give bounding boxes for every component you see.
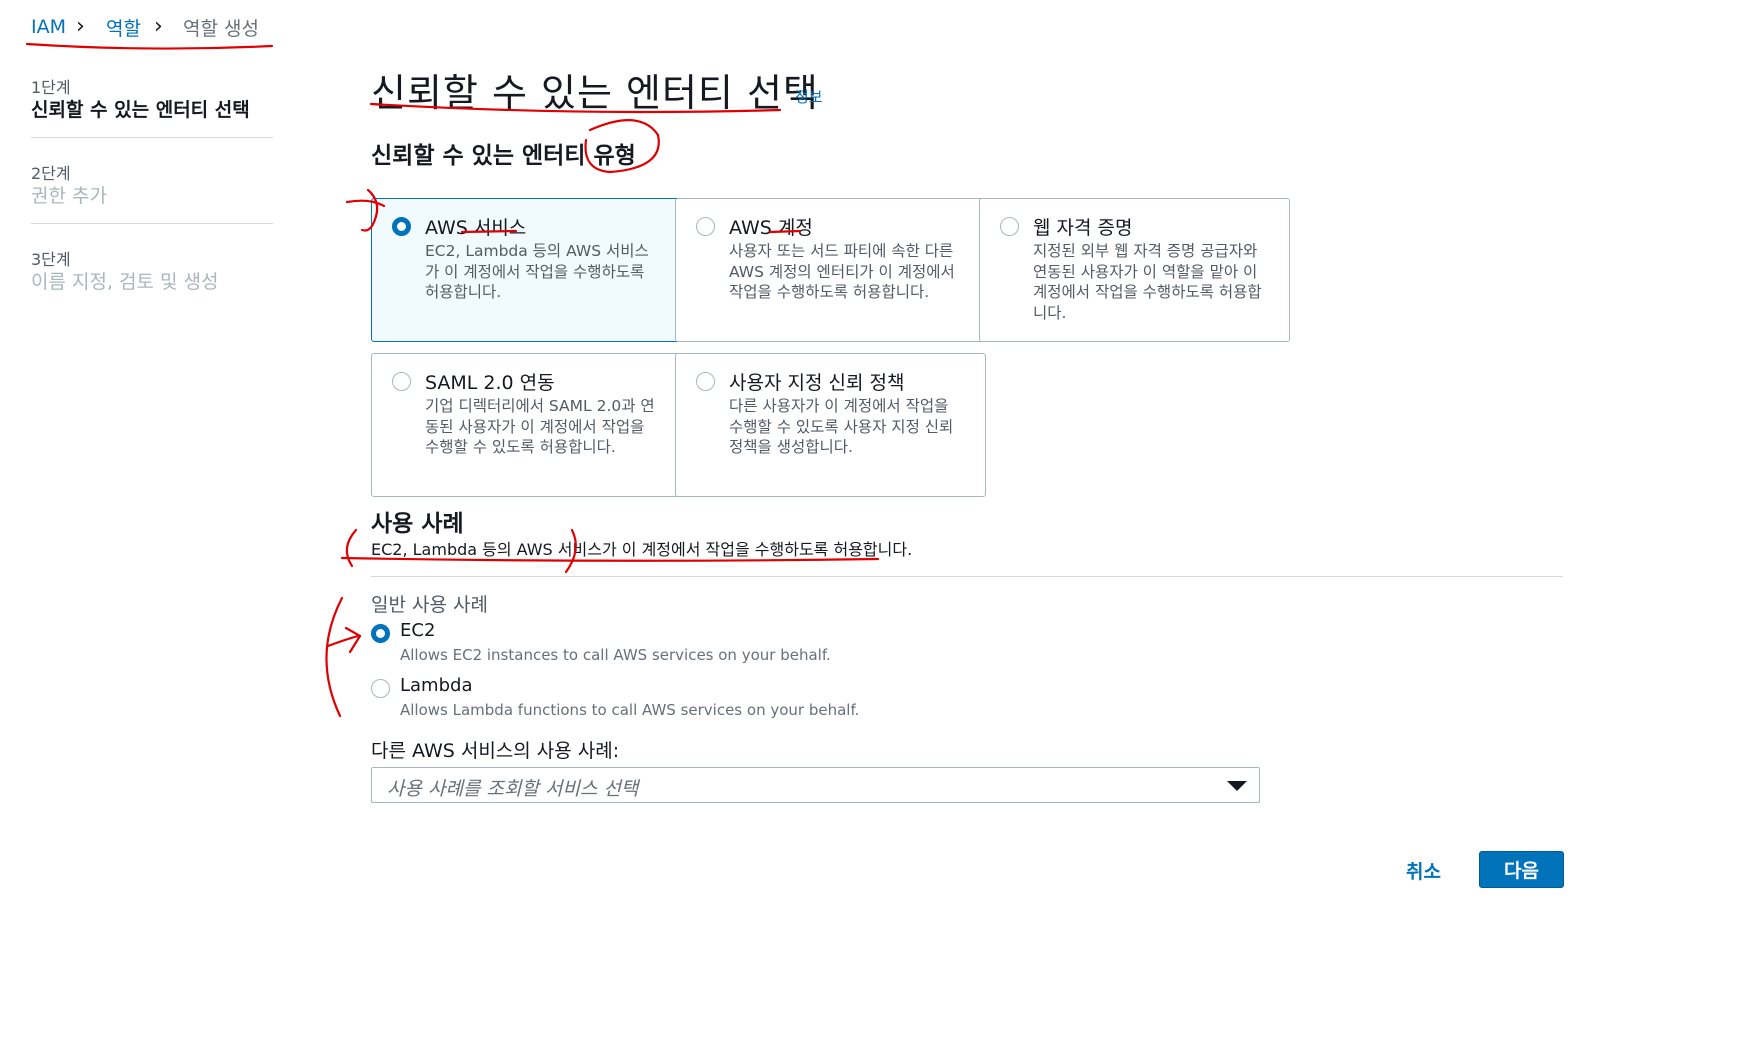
use-case-description: EC2, Lambda 등의 AWS 서비스가 이 계정에서 작업을 수행하도록…: [371, 540, 913, 559]
service-select[interactable]: 사용 사례를 조회할 서비스 선택: [371, 767, 1260, 803]
breadcrumb-create-role: 역할 생성: [183, 18, 259, 40]
radio-button[interactable]: [1000, 217, 1019, 236]
tile-title: 사용자 지정 신뢰 정책: [729, 372, 905, 394]
tile-description: 다른 사용자가 이 계정에서 작업을 수행할 수 있도록 사용자 지정 신뢰 정…: [729, 397, 954, 456]
section-divider: [371, 576, 1563, 577]
tile-description: 사용자 또는 서드 파티에 속한 다른 AWS 계정의 엔터티가 이 계정에서 …: [729, 242, 955, 301]
next-button[interactable]: 다음: [1479, 851, 1564, 888]
breadcrumb-iam[interactable]: IAM: [31, 16, 66, 38]
tile-description: EC2, Lambda 등의 AWS 서비스가 이 계정에서 작업을 수행하도록…: [425, 242, 649, 301]
tile-aws-account[interactable]: AWS 계정 사용자 또는 서드 파티에 속한 다른 AWS 계정의 엔터티가 …: [675, 198, 986, 342]
tile-aws-service[interactable]: AWS 서비스 EC2, Lambda 등의 AWS 서비스가 이 계정에서 작…: [371, 198, 682, 342]
caret-down-icon: [1227, 781, 1247, 791]
annotation-bracket: [345, 528, 358, 568]
tile-title: SAML 2.0 연동: [425, 372, 555, 394]
radio-button[interactable]: [392, 217, 411, 236]
annotation-underline: [25, 42, 274, 50]
info-link[interactable]: 정보: [795, 86, 823, 107]
select-placeholder: 사용 사례를 조회할 서비스 선택: [387, 778, 639, 800]
use-case-option-ec2[interactable]: EC2 Allows EC2 instances to call AWS ser…: [371, 620, 831, 666]
tile-description: 지정된 외부 웹 자격 증명 공급자와 연동된 사용자가 이 역할을 맡아 이 …: [1033, 242, 1262, 322]
other-use-cases-label: 다른 AWS 서비스의 사용 사례:: [371, 740, 620, 762]
step-divider: [31, 223, 273, 224]
radio-button[interactable]: [392, 372, 411, 391]
page-title: 신뢰할 수 있는 엔터티 선택: [371, 71, 819, 115]
tile-title: AWS 계정: [729, 217, 813, 239]
tile-custom-trust-policy[interactable]: 사용자 지정 신뢰 정책 다른 사용자가 이 계정에서 작업을 수행할 수 있도…: [675, 353, 986, 497]
radio-button[interactable]: [371, 624, 390, 643]
radio-button[interactable]: [696, 372, 715, 391]
step-1-title: 신뢰할 수 있는 엔터티 선택: [31, 99, 250, 121]
tile-description: 기업 디렉터리에서 SAML 2.0과 연동된 사용자가 이 계정에서 작업을 …: [425, 397, 655, 456]
entity-type-heading: 신뢰할 수 있는 엔터티 유형: [371, 143, 636, 169]
tile-web-identity[interactable]: 웹 자격 증명 지정된 외부 웹 자격 증명 공급자와 연동된 사용자가 이 역…: [979, 198, 1290, 342]
chevron-right-icon: ›: [76, 14, 85, 39]
option-title: Lambda: [400, 675, 473, 696]
step-divider: [31, 137, 273, 138]
option-description: Allows Lambda functions to call AWS serv…: [400, 701, 860, 719]
use-case-heading: 사용 사례: [371, 511, 464, 537]
step-3-title: 이름 지정, 검토 및 생성: [31, 271, 219, 293]
option-description: Allows EC2 instances to call AWS service…: [400, 646, 831, 664]
common-use-cases-label: 일반 사용 사례: [371, 594, 488, 616]
tile-saml-federation[interactable]: SAML 2.0 연동 기업 디렉터리에서 SAML 2.0과 연동된 사용자가…: [371, 353, 682, 497]
breadcrumb-roles[interactable]: 역할: [106, 14, 141, 41]
tile-title: AWS 서비스: [425, 217, 527, 239]
tile-title: 웹 자격 증명: [1033, 217, 1133, 239]
option-title: EC2: [400, 620, 436, 641]
use-case-option-lambda[interactable]: Lambda Allows Lambda functions to call A…: [371, 675, 859, 721]
annotation-arrow: [326, 626, 362, 654]
chevron-right-icon: ›: [154, 14, 163, 39]
radio-button[interactable]: [371, 679, 390, 698]
step-2-title: 권한 추가: [31, 185, 107, 207]
radio-button[interactable]: [696, 217, 715, 236]
annotation-bracket: [325, 596, 344, 718]
cancel-button[interactable]: 취소: [1406, 857, 1441, 884]
